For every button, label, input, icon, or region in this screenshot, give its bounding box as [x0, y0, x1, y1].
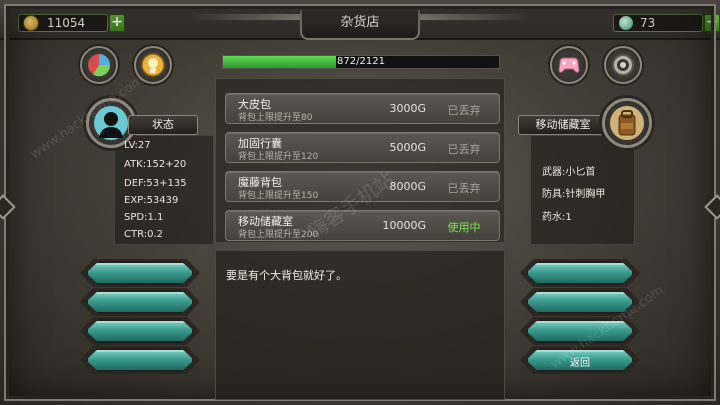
title-ornament-left — [190, 14, 300, 20]
top-bar: 杂货店 11054 + 73 + — [0, 0, 720, 40]
stat-speed: SPD:1.1 — [124, 212, 164, 223]
item-description: 背包上限提升至200 — [238, 230, 319, 240]
right-menu-button-1[interactable] — [526, 261, 634, 285]
pie-chart-icon — [88, 54, 111, 77]
stat-counter: CTR:0.2 — [124, 229, 164, 240]
dialog-box: 要是有个大背包就好了。 — [215, 250, 505, 400]
stat-defense: DEF:53+135 — [124, 178, 187, 189]
item-description: 背包上限提升至150 — [238, 191, 319, 201]
left-menu-button-3[interactable] — [86, 319, 194, 343]
equip-weapon: 武器:小匕首 — [542, 167, 596, 178]
shop-item[interactable]: 加固行囊 背包上限提升至120 5000G 已丢弃 — [225, 132, 500, 163]
gem-counter: 73 + — [613, 14, 720, 32]
left-menu-button-2[interactable] — [86, 290, 194, 314]
trophy-medal-icon — [141, 53, 165, 77]
item-price: 10000G — [382, 219, 426, 232]
gem-amount: 73 — [640, 16, 656, 30]
gold-coin-icon — [23, 15, 39, 31]
stat-level: LV:27 — [124, 140, 151, 151]
equip-potion: 药水:1 — [542, 212, 572, 223]
gamepad-button[interactable] — [550, 46, 588, 84]
backpack-icon — [610, 106, 644, 140]
gamepad-icon — [558, 57, 580, 73]
settings-gear-icon — [612, 54, 634, 76]
item-description: 背包上限提升至120 — [238, 152, 319, 162]
item-price: 3000G — [389, 102, 426, 115]
bag-capacity-bar: 872/2121 — [222, 55, 500, 69]
title-ornament-right — [420, 14, 530, 20]
status-label: 状态 — [128, 115, 198, 135]
back-button[interactable]: 返回 — [526, 348, 634, 372]
shop-item[interactable]: 魔藤背包 背包上限提升至150 8000G 已丢弃 — [225, 171, 500, 202]
dialog-text: 要是有个大背包就好了。 — [226, 269, 347, 282]
frame-ornament-right — [704, 194, 720, 220]
equip-armor: 防具:针刺胸甲 — [542, 189, 606, 200]
shop-item[interactable]: 移动储藏室 背包上限提升至200 10000G 使用中 — [225, 210, 500, 241]
item-status: 已丢弃 — [447, 182, 481, 195]
stat-attack: ATK:152+20 — [124, 159, 187, 170]
item-status-active: 使用中 — [447, 221, 481, 234]
add-gold-button[interactable]: + — [109, 14, 125, 32]
hero-silhouette-icon — [94, 106, 128, 140]
add-gem-button[interactable]: + — [704, 14, 720, 32]
gold-amount: 11054 — [47, 16, 86, 30]
achievement-button[interactable] — [134, 46, 172, 84]
shop-title: 杂货店 — [300, 10, 420, 40]
frame-ornament-left — [0, 194, 16, 220]
item-description: 背包上限提升至80 — [238, 113, 313, 123]
stat-experience: EXP:53439 — [124, 195, 179, 206]
item-status: 已丢弃 — [447, 104, 481, 117]
item-price: 8000G — [389, 180, 426, 193]
item-status: 已丢弃 — [447, 143, 481, 156]
storage-label: 移动储藏室 — [518, 115, 608, 135]
item-price: 5000G — [389, 141, 426, 154]
capacity-text: 872/2121 — [337, 56, 385, 67]
stats-chart-button[interactable] — [80, 46, 118, 84]
right-menu-button-3[interactable] — [526, 319, 634, 343]
storage-portrait[interactable] — [602, 98, 652, 148]
left-menu-button-1[interactable] — [86, 261, 194, 285]
left-menu-button-4[interactable] — [86, 348, 194, 372]
gem-icon — [619, 16, 633, 30]
shop-item[interactable]: 大皮包 背包上限提升至80 3000G 已丢弃 — [225, 93, 500, 124]
back-button-label: 返回 — [570, 358, 590, 369]
gold-counter: 11054 + — [18, 14, 125, 32]
settings-button[interactable] — [604, 46, 642, 84]
right-menu-button-2[interactable] — [526, 290, 634, 314]
